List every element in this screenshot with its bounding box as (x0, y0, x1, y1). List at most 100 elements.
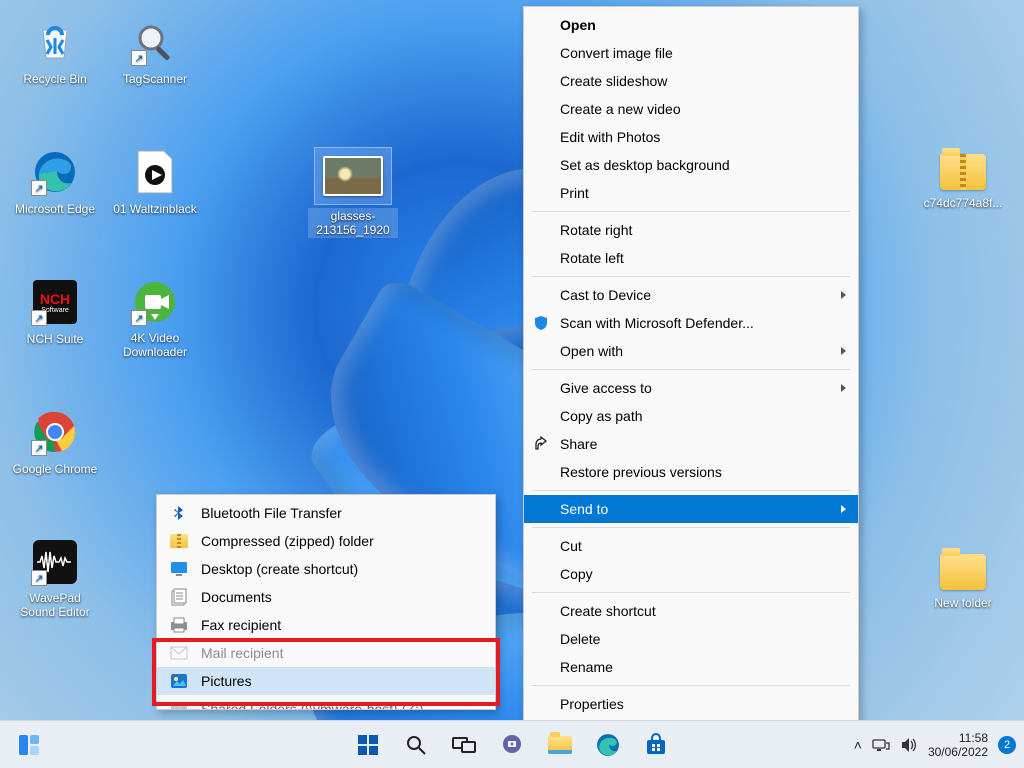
icon-label: New folder (932, 595, 993, 611)
desktop-icon (169, 559, 189, 579)
menu-send-to[interactable]: Send to (524, 495, 858, 523)
wavepad-icon: ↗ (31, 538, 79, 586)
menu-create-slideshow[interactable]: Create slideshow (524, 67, 858, 95)
icon-label: WavePad Sound Editor (10, 590, 100, 620)
menu-copy-path[interactable]: Copy as path (524, 402, 858, 430)
menu-separator (532, 592, 850, 593)
desktop-icon-edge[interactable]: ↗ Microsoft Edge (10, 148, 100, 218)
start-button[interactable] (347, 725, 389, 765)
menu-give-access[interactable]: Give access to (524, 374, 858, 402)
icon-label: glasses-213156_1920 (308, 208, 398, 238)
mail-icon (169, 643, 189, 663)
sendto-zip[interactable]: Compressed (zipped) folder (157, 527, 495, 555)
shield-icon (532, 314, 550, 332)
edge-icon: ↗ (31, 148, 79, 196)
image-thumbnail (315, 148, 391, 204)
desktop-icon-glasses-image[interactable]: glasses-213156_1920 (308, 148, 398, 239)
menu-separator (532, 211, 850, 212)
shortcut-arrow-icon: ↗ (131, 50, 147, 66)
menu-edit-photos[interactable]: Edit with Photos (524, 123, 858, 151)
clock[interactable]: 11:58 30/06/2022 (928, 731, 988, 759)
widgets-button[interactable] (8, 725, 50, 765)
sendto-mail[interactable]: Mail recipient (157, 639, 495, 667)
file-explorer-button[interactable] (539, 725, 581, 765)
menu-rotate-right[interactable]: Rotate right (524, 216, 858, 244)
icon-label: 4K Video Downloader (110, 330, 200, 360)
menu-separator (532, 490, 850, 491)
menu-open-with[interactable]: Open with (524, 337, 858, 365)
desktop-icon-waltzinblack[interactable]: 01 Waltzinblack (110, 148, 200, 218)
desktop-icon-nch-suite[interactable]: NCHSoftware ↗ NCH Suite (10, 278, 100, 348)
desktop-icon-new-folder[interactable]: New folder (918, 548, 1008, 612)
menu-delete[interactable]: Delete (524, 625, 858, 653)
sendto-submenu: Bluetooth File Transfer Compressed (zipp… (156, 494, 496, 710)
tray-overflow[interactable]: ˄ (854, 737, 862, 753)
menu-convert-image[interactable]: Convert image file (524, 39, 858, 67)
fax-icon (169, 615, 189, 635)
menu-rotate-left[interactable]: Rotate left (524, 244, 858, 272)
magnifier-icon: ↗ (131, 18, 179, 66)
share-icon (532, 435, 550, 453)
clock-time: 11:58 (928, 731, 988, 745)
menu-properties[interactable]: Properties (524, 690, 858, 718)
media-file-icon (131, 148, 179, 196)
desktop-icon-chrome[interactable]: ↗ Google Chrome (10, 408, 100, 478)
desktop-icon-wavepad[interactable]: ↗ WavePad Sound Editor (10, 538, 100, 621)
sendto-documents[interactable]: Documents (157, 583, 495, 611)
menu-cast-to-device[interactable]: Cast to Device (524, 281, 858, 309)
bluetooth-icon (169, 503, 189, 523)
menu-separator (532, 276, 850, 277)
desktop-icon-4k-video[interactable]: ↗ 4K Video Downloader (110, 278, 200, 361)
chrome-icon: ↗ (31, 408, 79, 456)
icon-label: NCH Suite (25, 331, 86, 347)
menu-separator (532, 527, 850, 528)
sendto-bluetooth[interactable]: Bluetooth File Transfer (157, 499, 495, 527)
store-button[interactable] (635, 725, 677, 765)
menu-cut[interactable]: Cut (524, 532, 858, 560)
sendto-fax[interactable]: Fax recipient (157, 611, 495, 639)
taskbar-center (347, 725, 677, 765)
menu-scan-defender[interactable]: Scan with Microsoft Defender... (524, 309, 858, 337)
sendto-shared-folders[interactable]: Shared Folders (\\vmware-host) (Z:) (157, 695, 495, 710)
menu-rename[interactable]: Rename (524, 653, 858, 681)
volume-icon[interactable] (900, 737, 918, 753)
icon-label: c74dc774a8f... (922, 195, 1005, 211)
menu-open[interactable]: Open (524, 11, 858, 39)
menu-separator (532, 369, 850, 370)
menu-copy[interactable]: Copy (524, 560, 858, 588)
recycle-bin-icon (31, 18, 79, 66)
search-button[interactable] (395, 725, 437, 765)
menu-create-video[interactable]: Create a new video (524, 95, 858, 123)
shortcut-arrow-icon: ↗ (31, 180, 47, 196)
network-drive-icon (169, 699, 189, 710)
folder-icon (940, 554, 986, 590)
menu-set-background[interactable]: Set as desktop background (524, 151, 858, 179)
menu-restore-versions[interactable]: Restore previous versions (524, 458, 858, 486)
chevron-right-icon (841, 347, 846, 355)
zip-folder-icon (169, 531, 189, 551)
desktop-icon-tagscanner[interactable]: ↗ TagScanner (110, 18, 200, 88)
menu-create-shortcut[interactable]: Create shortcut (524, 597, 858, 625)
documents-icon (169, 587, 189, 607)
menu-share[interactable]: Share (524, 430, 858, 458)
icon-label: TagScanner (121, 71, 189, 87)
context-menu: Open Convert image file Create slideshow… (523, 6, 859, 723)
chevron-right-icon (841, 505, 846, 513)
shortcut-arrow-icon: ↗ (131, 310, 147, 326)
icon-label: Recycle Bin (21, 71, 88, 87)
edge-taskbar-button[interactable] (587, 725, 629, 765)
shortcut-arrow-icon: ↗ (31, 440, 47, 456)
chat-button[interactable] (491, 725, 533, 765)
chevron-right-icon (841, 291, 846, 299)
shortcut-arrow-icon: ↗ (31, 570, 47, 586)
sendto-desktop[interactable]: Desktop (create shortcut) (157, 555, 495, 583)
sendto-pictures[interactable]: Pictures (157, 667, 495, 695)
taskbar: ˄ 11:58 30/06/2022 2 (0, 720, 1024, 768)
4k-video-icon: ↗ (131, 278, 179, 326)
desktop-icon-zip-folder[interactable]: c74dc774a8f... (918, 148, 1008, 212)
menu-print[interactable]: Print (524, 179, 858, 207)
notification-badge[interactable]: 2 (998, 736, 1016, 754)
task-view-button[interactable] (443, 725, 485, 765)
desktop-icon-recycle-bin[interactable]: Recycle Bin (10, 18, 100, 88)
network-icon[interactable] (872, 737, 890, 753)
